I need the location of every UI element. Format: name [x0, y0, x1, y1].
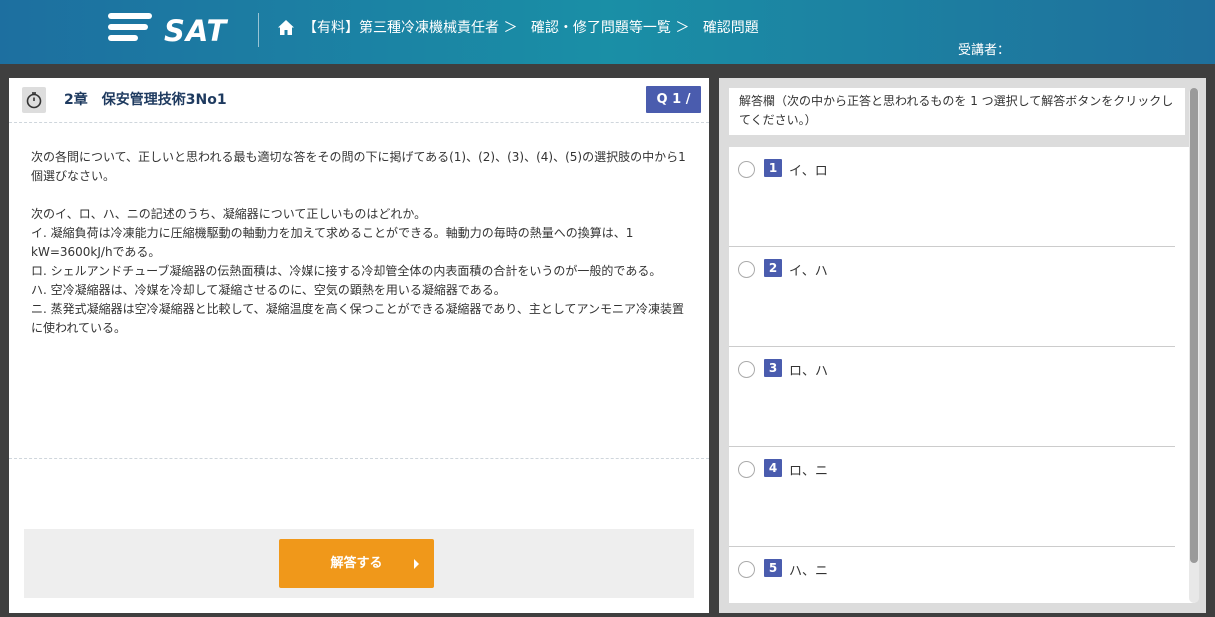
radio-button[interactable]: [738, 461, 755, 478]
home-icon[interactable]: [277, 19, 295, 37]
option-2[interactable]: 2 イ、ハ: [729, 247, 1175, 347]
breadcrumb-current: 確認問題: [702, 20, 759, 36]
submit-area: 解答する: [24, 529, 694, 598]
submit-answer-button[interactable]: 解答する: [279, 539, 434, 588]
option-number-badge: 4: [764, 459, 782, 477]
sat-logo[interactable]: SAT: [108, 13, 228, 49]
divider: [9, 122, 709, 123]
option-number-badge: 1: [764, 159, 782, 177]
chapter-title: 2章 保安管理技術3No1: [64, 92, 227, 108]
top-header: SAT 【有料】第三種冷凍機械責任者 ＞ 確認・修了問題等一覧 ＞ 確認問題 受…: [0, 0, 1215, 64]
scrollbar[interactable]: [1189, 88, 1199, 603]
question-counter-badge: Q 1 / 12: [646, 86, 701, 134]
options-list[interactable]: 1 イ、ロ 2 イ、ハ 3 ロ、ハ 4 ロ、ニ 5 ハ、ニ: [729, 147, 1195, 603]
statement-ni: ニ. 蒸発式凝縮器は空冷凝縮器と比較して、凝縮温度を高く保つことができる凝縮器で…: [31, 302, 684, 335]
option-3[interactable]: 3 ロ、ハ: [729, 347, 1175, 447]
scrollbar-thumb[interactable]: [1190, 88, 1198, 563]
breadcrumb-course[interactable]: 【有料】第三種冷凍機械責任者 ＞: [303, 20, 517, 36]
divider: [9, 458, 709, 459]
radio-button[interactable]: [738, 161, 755, 178]
radio-button[interactable]: [738, 261, 755, 278]
logo-text: SAT: [164, 14, 228, 48]
question-intro: 次の各問について、正しいと思われる最も適切な答をその問の下に掲げてある(1)、(…: [31, 150, 686, 183]
option-number-badge: 2: [764, 259, 782, 277]
breadcrumb: 【有料】第三種冷凍機械責任者 ＞ 確認・修了問題等一覧 ＞ 確認問題: [303, 17, 768, 39]
answer-panel: 解答欄（次の中から正答と思われるものを 1 つ選択して解答ボタンをクリックしてく…: [719, 78, 1206, 613]
logo-mark-icon: [108, 13, 152, 49]
submit-answer-label: 解答する: [330, 556, 383, 571]
option-text: ハ、ニ: [789, 564, 829, 579]
timer-icon: [22, 87, 46, 113]
question-panel: 2章 保安管理技術3No1 Q 1 / 12 次の各問について、正しいと思われる…: [9, 78, 709, 613]
statement-ro: ロ. シェルアンドチューブ凝縮器の伝熱面積は、冷媒に接する冷却管全体の内表面積の…: [31, 264, 662, 278]
statement-ha: ハ. 空冷凝縮器は、冷媒を冷却して凝縮させるのに、空気の顕熱を用いる凝縮器である…: [31, 283, 506, 297]
option-text: ロ、ニ: [789, 464, 829, 479]
option-1[interactable]: 1 イ、ロ: [729, 147, 1175, 247]
option-4[interactable]: 4 ロ、ニ: [729, 447, 1175, 547]
learner-label: 受講者：: [958, 43, 1011, 58]
option-number-badge: 5: [764, 559, 782, 577]
option-5[interactable]: 5 ハ、ニ: [729, 547, 1175, 603]
option-text: ロ、ハ: [789, 364, 829, 379]
header-divider: [258, 13, 259, 47]
question-text: 次の各問について、正しいと思われる最も適切な答をその問の下に掲げてある(1)、(…: [31, 148, 693, 338]
chevron-right-icon: [414, 559, 419, 569]
option-text: イ、ロ: [789, 164, 828, 179]
option-text: イ、ハ: [789, 264, 828, 279]
radio-button[interactable]: [738, 361, 755, 378]
answer-instruction: 解答欄（次の中から正答と思われるものを 1 つ選択して解答ボタンをクリックしてく…: [729, 88, 1185, 135]
radio-button[interactable]: [738, 561, 755, 578]
question-lead: 次のイ、ロ、ハ、ニの記述のうち、凝縮器について正しいものはどれか。: [31, 207, 427, 221]
statement-i: イ. 凝縮負荷は冷凍能力に圧縮機駆動の軸動力を加えて求めることができる。軸動力の…: [31, 226, 634, 259]
breadcrumb-list[interactable]: 確認・修了問題等一覧 ＞: [531, 20, 689, 36]
option-number-badge: 3: [764, 359, 782, 377]
question-header: 2章 保安管理技術3No1 Q 1 / 12: [9, 78, 709, 134]
